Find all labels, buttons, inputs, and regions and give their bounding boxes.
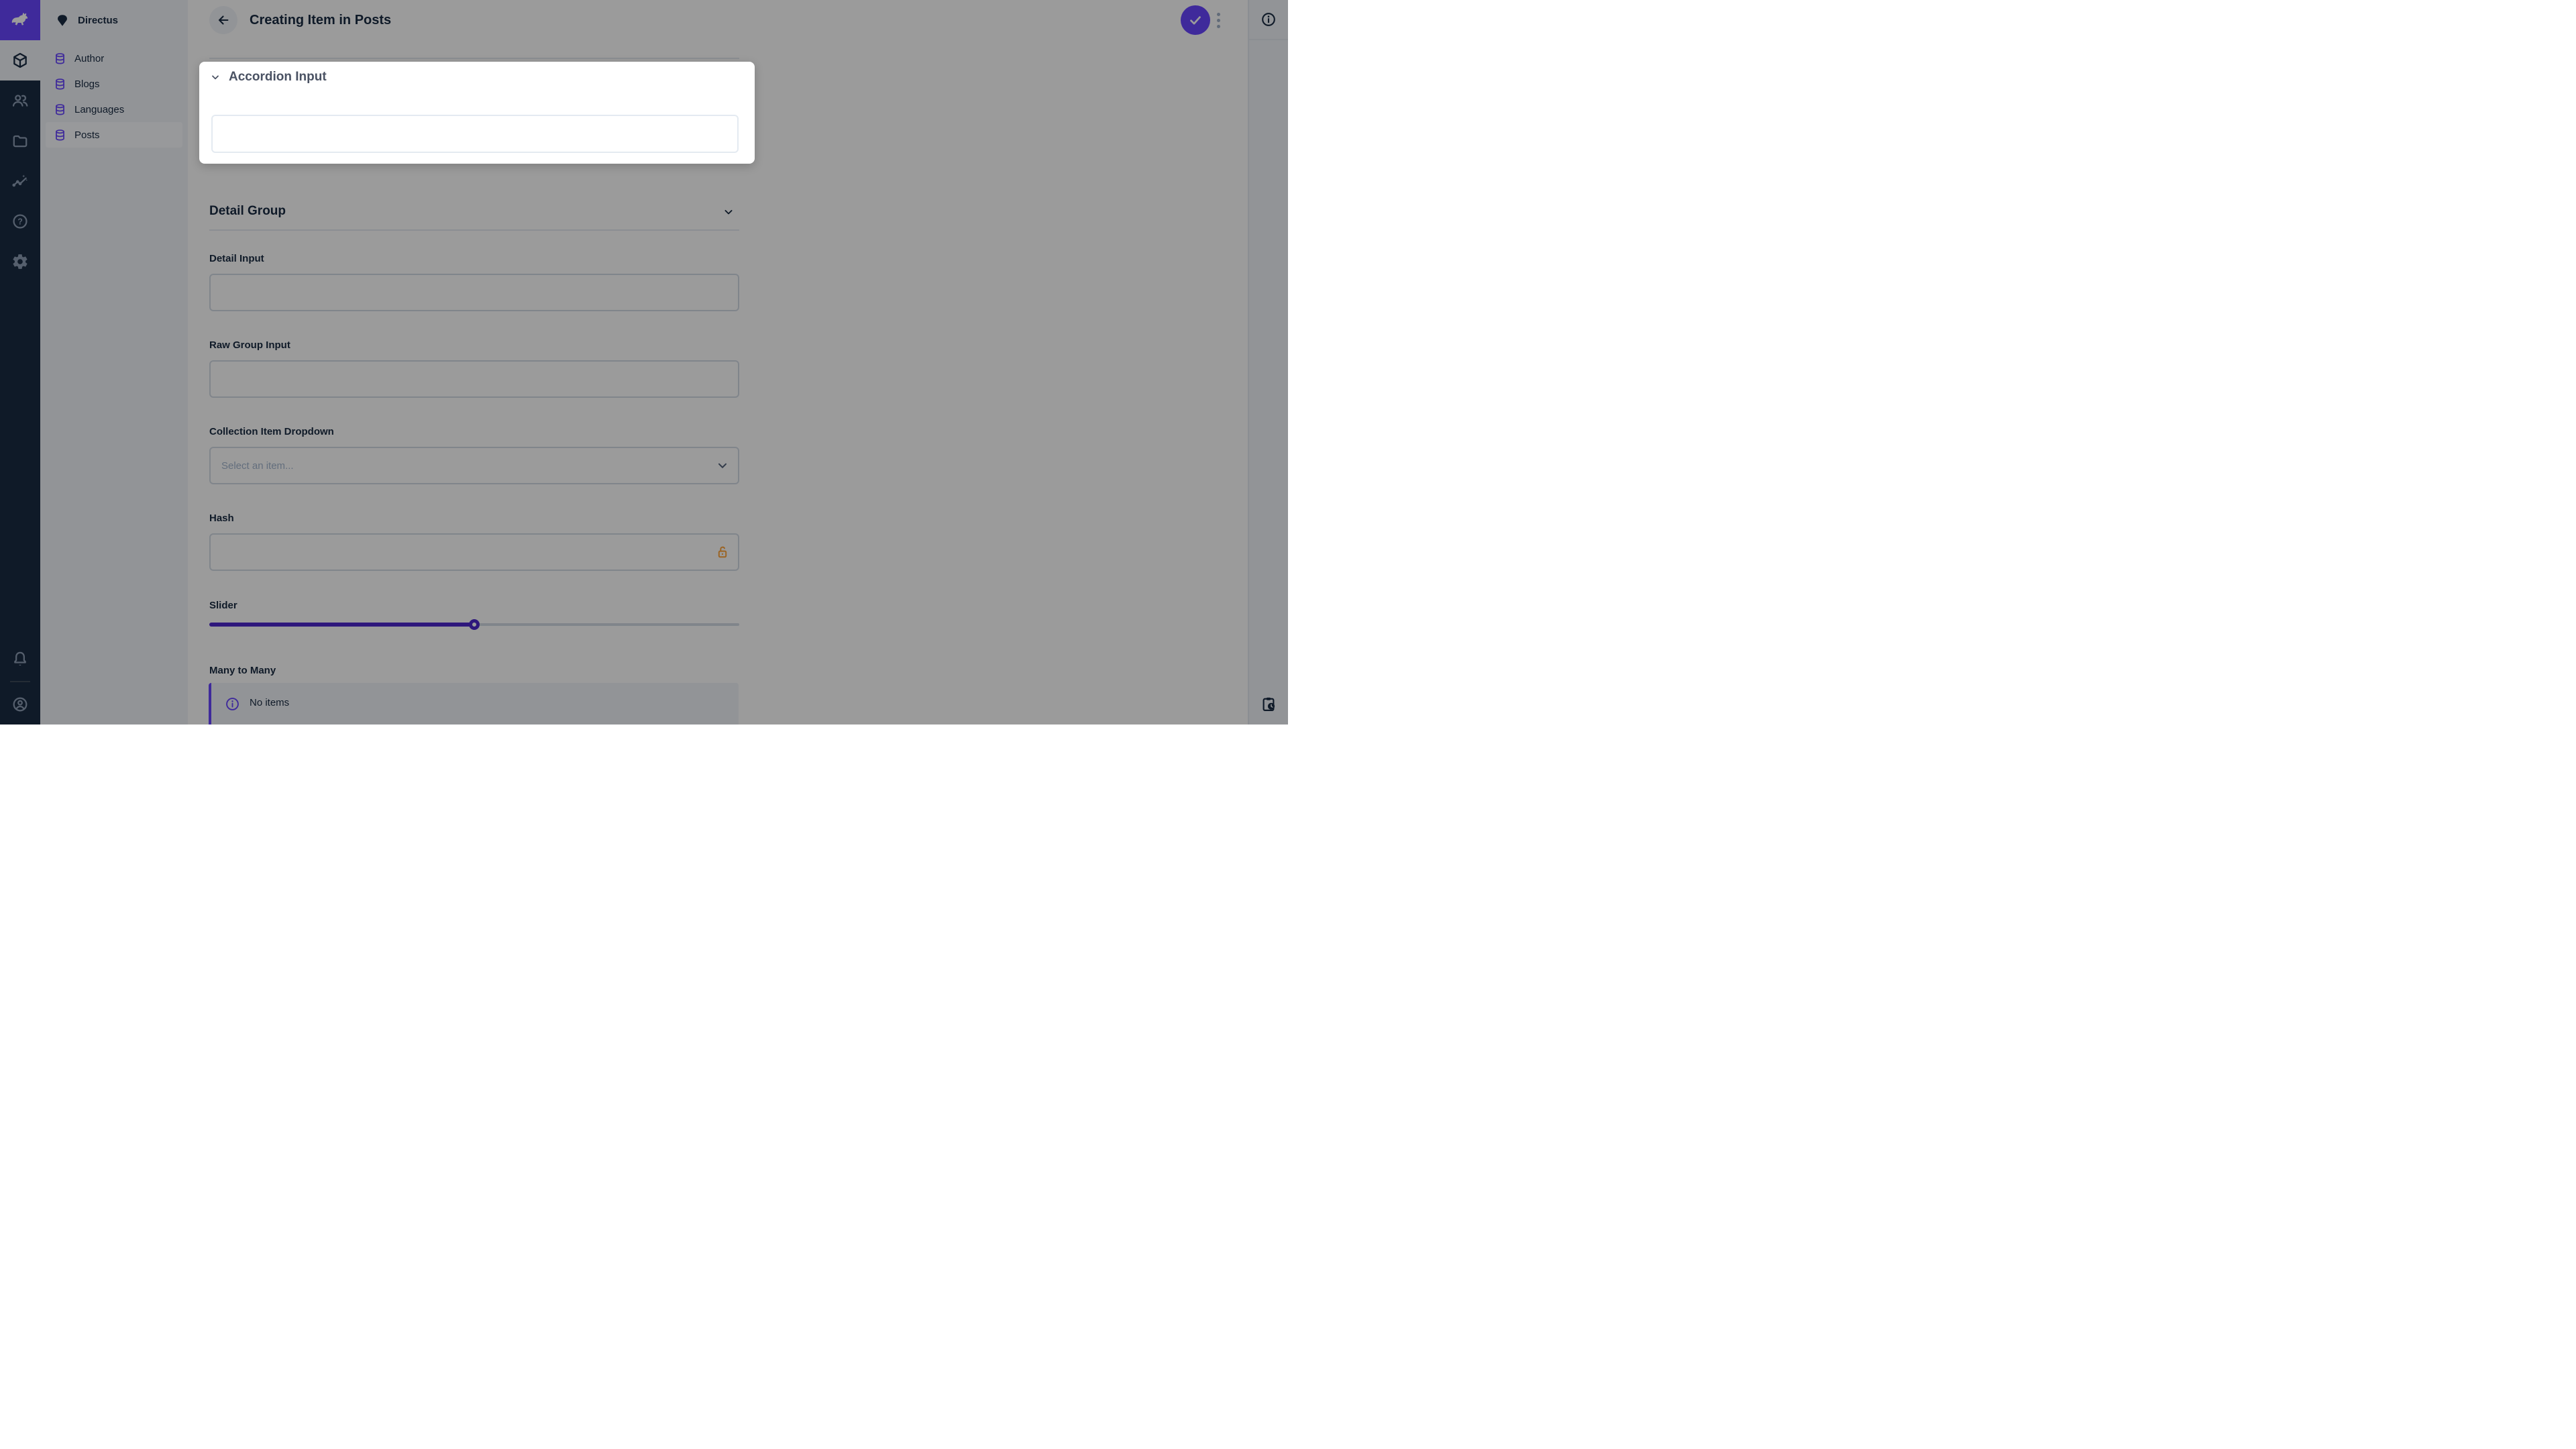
accordion-toggle[interactable]: Accordion Input — [199, 62, 755, 85]
accordion-input-card: Accordion Input — [199, 62, 755, 164]
app-root: ? Directus — [0, 0, 1288, 724]
chevron-down-icon — [210, 72, 221, 83]
accordion-title: Accordion Input — [229, 70, 327, 85]
accordion-input-field[interactable] — [211, 115, 739, 153]
